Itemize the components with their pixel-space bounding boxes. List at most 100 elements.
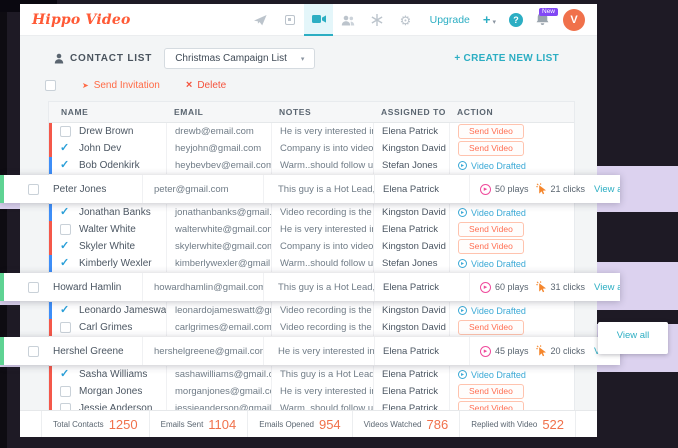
view-all-link[interactable]: View all: [594, 282, 620, 293]
send-video-button[interactable]: Send Video: [458, 124, 524, 139]
contact-action: Send Video: [449, 383, 573, 400]
table-row[interactable]: Sasha Williamssashawilliams@gmail.comThi…: [49, 366, 574, 383]
row-checkbox[interactable]: [28, 282, 39, 293]
clicks-stat: 31 clicks: [536, 281, 586, 293]
play-circle-icon: [480, 346, 491, 357]
list-dropdown[interactable]: Christmas Campaign List: [164, 48, 315, 69]
row-select-cell: [52, 369, 79, 380]
contact-row-highlighted[interactable]: Howard Hamlinhowardhamlin@gmail.comThis …: [0, 273, 620, 301]
send-invitation-button[interactable]: Send Invitation: [82, 80, 160, 91]
view-all-link[interactable]: View all: [617, 330, 650, 354]
contact-assigned: Stefan Jones: [373, 157, 449, 174]
table-row[interactable]: Bob Odenkirkheybevbev@email.comWarm..sho…: [49, 157, 574, 174]
send-video-button[interactable]: Send Video: [458, 222, 524, 237]
engagement-stats: 50 plays21 clicksView all: [469, 175, 620, 203]
table-row[interactable]: Morgan Jonesmorganjones@gmail.comHe is v…: [49, 383, 574, 400]
play-circle-icon: [480, 184, 491, 195]
row-select-cell: [52, 126, 79, 137]
nav-contacts-tab[interactable]: [333, 4, 362, 36]
bulk-actions-toolbar: Send Invitation Delete: [20, 75, 597, 95]
send-video-button[interactable]: Send Video: [458, 141, 524, 156]
contact-row-highlighted[interactable]: Hershel Greenehershelgreene@gmail.comHe …: [0, 337, 620, 365]
video-drafted-label: Video Drafted: [471, 370, 526, 380]
table-row[interactable]: Kimberly Wexlerkimberlywexler@gmail.comW…: [49, 255, 574, 272]
contact-action: Video Drafted: [449, 255, 573, 272]
create-new-list-button[interactable]: + CREATE NEW LIST: [454, 53, 559, 64]
table-row[interactable]: Skyler Whiteskylerwhite@gmail.comCompany…: [49, 238, 574, 255]
table-row[interactable]: Walter Whitewalterwhite@gmail.comHe is v…: [49, 221, 574, 238]
clicks-count: 31 clicks: [551, 282, 586, 292]
stat-label: Replied with Video: [471, 420, 537, 429]
contact-email: jonathanbanks@gmail.com: [166, 204, 271, 221]
row-checkbox[interactable]: [28, 184, 39, 195]
contact-assigned: Elena Patrick: [374, 337, 469, 365]
table-row[interactable]: Leonardo Jameswattleonardojameswatt@gmai…: [49, 302, 574, 319]
row-select-cell: [52, 241, 79, 252]
contact-notes: He is very interested in the pro..: [271, 221, 373, 238]
send-invitation-label: Send Invitation: [94, 80, 160, 91]
clicks-stat: 20 clicks: [536, 345, 586, 357]
contact-name: Bob Odenkirk: [79, 160, 166, 171]
contact-notes: Company is into video produ...: [271, 140, 373, 157]
row-checkbox[interactable]: [60, 386, 71, 397]
nav-recordings-tab[interactable]: [275, 4, 304, 36]
send-video-button[interactable]: Send Video: [458, 320, 524, 335]
row-checkbox[interactable]: [60, 224, 71, 235]
row-checkbox[interactable]: [60, 126, 71, 137]
send-video-button[interactable]: Send Video: [458, 239, 524, 254]
select-all-checkbox[interactable]: [45, 80, 56, 91]
help-button[interactable]: [509, 13, 523, 27]
nav-integrations-tab[interactable]: [362, 4, 391, 36]
nav-videos-tab[interactable]: [304, 4, 333, 36]
contact-list-title: CONTACT LIST: [70, 53, 152, 64]
video-drafted-status: Video Drafted: [458, 306, 526, 316]
row-checkbox[interactable]: [28, 346, 39, 357]
hippo-video-logo[interactable]: Hippo Video: [32, 12, 131, 28]
delete-button[interactable]: Delete: [186, 79, 226, 91]
contact-notes: Video recording is the mai...: [271, 319, 373, 336]
contact-assigned: Elena Patrick: [374, 175, 469, 203]
stat-value: 1104: [208, 417, 236, 432]
avatar[interactable]: V: [563, 9, 585, 31]
contact-notes: He is very interested in the prod..: [271, 123, 373, 140]
contact-assigned: Elena Patrick: [374, 273, 469, 301]
row-checkbox[interactable]: [60, 258, 71, 269]
contact-email: heybevbev@email.com: [166, 157, 271, 174]
table-row[interactable]: Jonathan Banksjonathanbanks@gmail.comVid…: [49, 204, 574, 221]
nav-settings-tab[interactable]: ⚙: [391, 4, 420, 36]
upgrade-link[interactable]: Upgrade: [430, 14, 470, 26]
row-checkbox[interactable]: [60, 369, 71, 380]
table-row[interactable]: John Devheyjohn@gmail.comCompany is into…: [49, 140, 574, 157]
clock-icon: [458, 370, 467, 379]
table-row[interactable]: Carl Grimescarlgrimes@email.comVideo rec…: [49, 319, 574, 336]
notifications-button[interactable]: New: [536, 12, 550, 28]
play-circle-icon: [480, 282, 491, 293]
table-row[interactable]: Drew Browndrewb@email.comHe is very inte…: [49, 123, 574, 140]
contact-row-highlighted[interactable]: Peter Jonespeter@gmail.comThis guy is a …: [0, 175, 620, 203]
nav-send-tab[interactable]: [246, 4, 275, 36]
row-checkbox[interactable]: [60, 160, 71, 171]
contact-action: Send Video: [449, 238, 573, 255]
column-header-notes: NOTES: [271, 107, 373, 117]
row-checkbox[interactable]: [60, 241, 71, 252]
row-checkbox[interactable]: [60, 143, 71, 154]
row-checkbox[interactable]: [60, 207, 71, 218]
contact-notes: This guy is a Hot Lead, so...: [263, 273, 374, 301]
contact-email: kimberlywexler@gmail.com: [166, 255, 271, 272]
row-checkbox[interactable]: [60, 305, 71, 316]
contact-assigned: Kingston David: [373, 238, 449, 255]
column-header-name: NAME: [49, 107, 166, 117]
person-icon: [54, 53, 64, 64]
row-checkbox[interactable]: [60, 322, 71, 333]
contact-name: John Dev: [79, 143, 166, 154]
view-all-link[interactable]: View all: [594, 184, 620, 195]
row-select-cell: [52, 224, 79, 235]
plays-stat: 45 plays: [480, 346, 529, 357]
send-video-button[interactable]: Send Video: [458, 384, 524, 399]
row-select-cell: [52, 322, 79, 333]
contact-notes: He is very interested in the prod..: [271, 383, 373, 400]
gear-icon: ⚙: [400, 14, 412, 27]
create-menu-button[interactable]: [483, 12, 496, 27]
new-badge: New: [539, 8, 558, 17]
paper-plane-icon: [254, 15, 267, 26]
